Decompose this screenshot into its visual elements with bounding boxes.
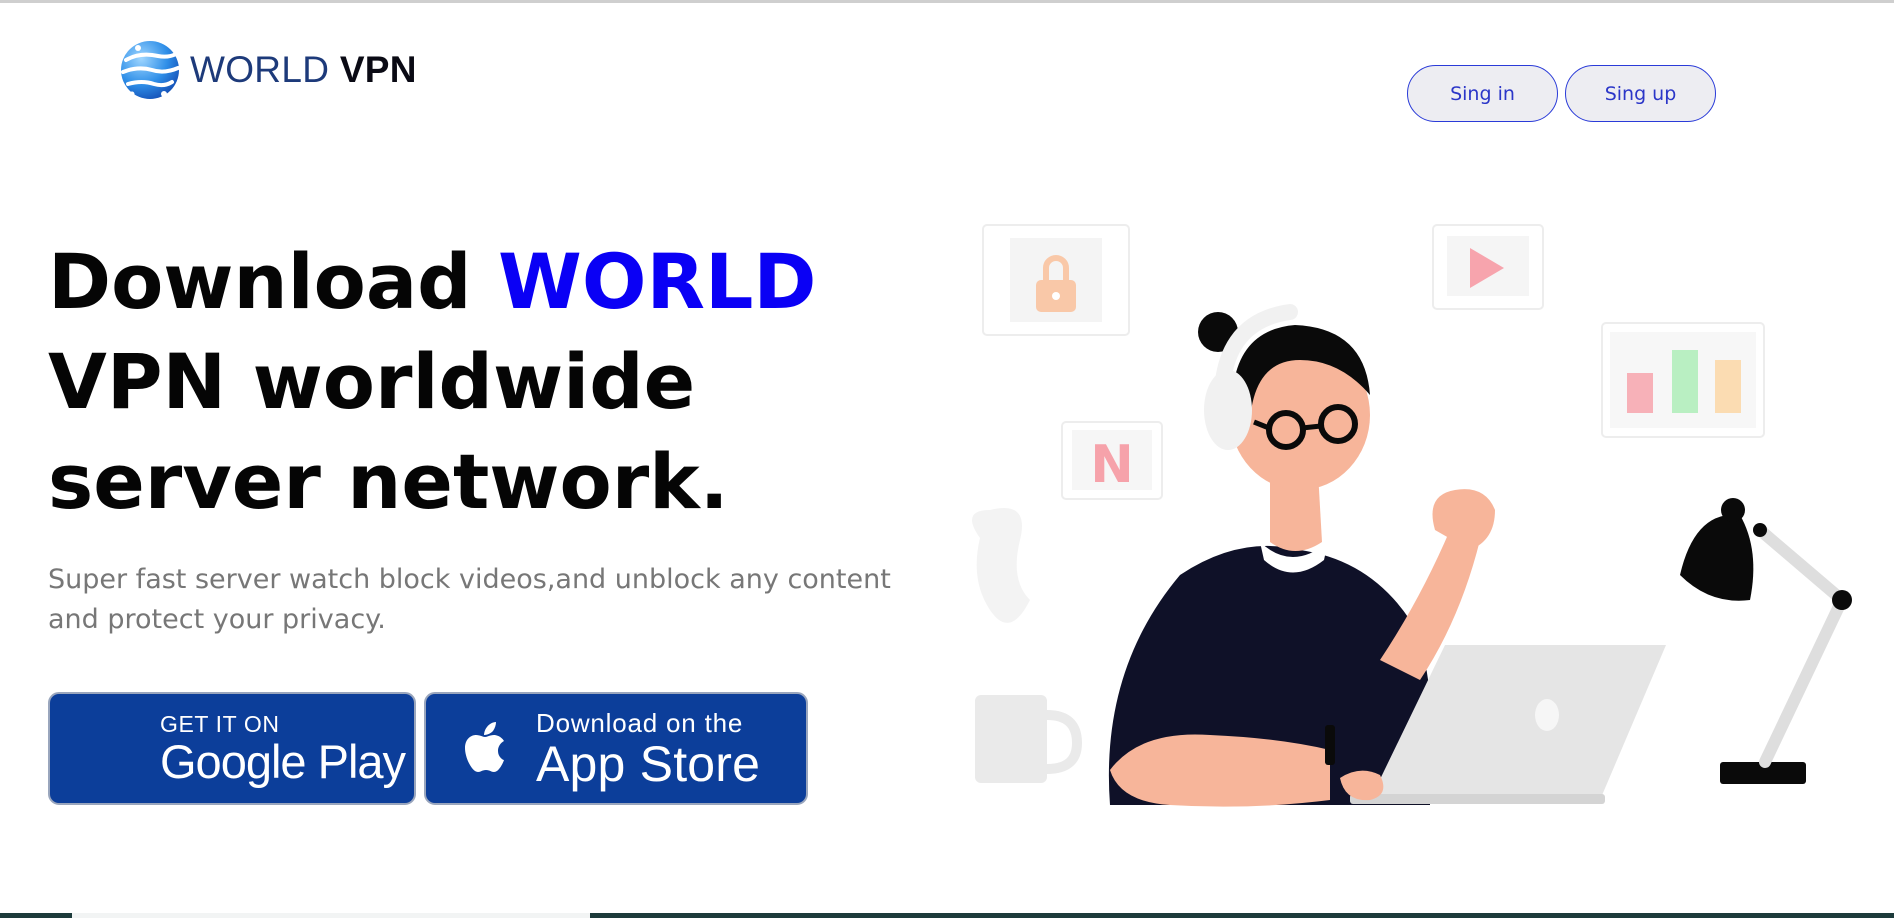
google-play-small-label: GET IT ON (160, 710, 280, 737)
sign-in-button[interactable]: Sing in (1407, 65, 1558, 122)
desk-lamp-icon (1680, 498, 1852, 784)
play-icon (1432, 224, 1544, 310)
top-border (0, 0, 1894, 3)
site-logo[interactable]: WORLD VPN (118, 38, 417, 102)
logo-word-world: WORLD (190, 49, 330, 90)
headline-part1: Download (48, 237, 499, 326)
google-play-big-label: Google Play (160, 734, 406, 788)
auth-buttons: Sing in Sing up (1407, 65, 1716, 122)
lock-icon (982, 224, 1130, 336)
app-store-big-label: App Store (536, 735, 761, 792)
netflix-icon: N (1061, 421, 1163, 500)
bar-chart-icon (1601, 322, 1765, 438)
app-store-text: Download on the App Store (536, 708, 760, 790)
logo-word-vpn: VPN (339, 49, 417, 90)
netflix-letter: N (1090, 435, 1134, 495)
hero-subtitle: Super fast server watch block videos,and… (48, 564, 891, 635)
mug-icon (975, 695, 1083, 783)
bottom-strip (0, 913, 1894, 918)
app-store-button[interactable]: Download on the App Store (424, 692, 808, 805)
logo-wordmark: WORLD VPN (190, 49, 417, 91)
headline-highlight: WORLD (498, 237, 817, 326)
google-play-text: GET IT ON Google Play (160, 710, 406, 788)
google-play-button[interactable]: GET IT ON Google Play (48, 692, 416, 805)
headline-part2: VPN worldwide server network. (48, 337, 729, 526)
globe-logo-icon (121, 41, 180, 99)
hero-headline: Download WORLD VPN worldwide server netw… (48, 232, 948, 532)
app-store-small-label: Download on the (536, 707, 744, 738)
sign-up-button[interactable]: Sing up (1565, 65, 1716, 122)
apple-icon (465, 721, 504, 772)
hero-illustration: N (972, 224, 1852, 807)
